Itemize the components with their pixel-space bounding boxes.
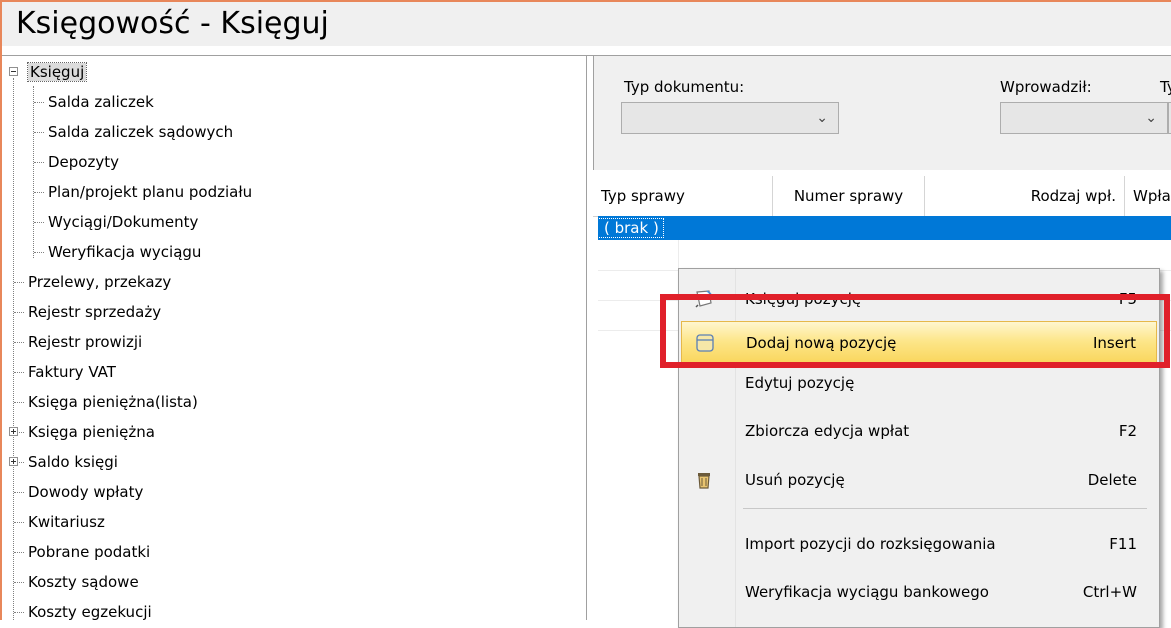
tree-item-salda-zaliczek[interactable]: Salda zaliczek [46,87,156,117]
cell-typ-sprawy: ( brak ) [597,218,664,238]
tree-item-koszty-egzekucji[interactable]: Koszty egzekucji [26,597,154,627]
tree-item-plan-podzialu[interactable]: Plan/projekt planu podziału [46,177,254,207]
tree-branch-line [14,522,24,523]
tree-item-pobrane-podatki[interactable]: Pobrane podatki [26,537,152,567]
tree-branch-line [19,462,24,463]
tree-branch-line [14,282,24,283]
annotation-highlight-box [660,294,1170,368]
tree-item-rejestr-prowizji[interactable]: Rejestr prowizji [26,327,144,357]
tree-item-rejestr-sprzedazy[interactable]: Rejestr sprzedaży [26,297,163,327]
tree-connector-line [13,78,14,620]
tree-branch-line [14,582,24,583]
tree-item-saldo-ksiegi[interactable]: Saldo księgi [26,447,120,477]
tree-item-weryfikacja-wyciagu[interactable]: Weryfikacja wyciągu [46,237,203,267]
tree-item-depozyty[interactable]: Depozyty [46,147,121,177]
tree-branch-line [14,342,24,343]
column-rodzaj-wplaty[interactable]: Rodzaj wpł. [925,176,1125,216]
entered-by-select[interactable]: ⌄ [1000,102,1168,134]
expand-icon[interactable] [9,457,18,466]
navigation-tree: Księguj Salda zaliczek Salda zaliczek są… [2,56,587,621]
tree-branch-line [14,312,24,313]
collapse-icon[interactable] [9,67,18,76]
tree-branch-line [14,402,24,403]
third-filter-label: Ty [1160,78,1171,96]
tree-item-salda-zaliczek-sadowych[interactable]: Salda zaliczek sądowych [46,117,235,147]
tree-item-ksiega-pieniezna-lista[interactable]: Księga pieniężna(lista) [26,387,200,417]
delete-entry-icon [698,473,710,489]
menu-item-usun-pozycje[interactable]: Usuń pozycję Delete [681,461,1157,499]
tree-item-przelewy[interactable]: Przelewy, przekazy [26,267,173,297]
chevron-down-icon: ⌄ [816,110,828,126]
tree-item-ksieguj[interactable]: Księguj [26,57,88,87]
tree-item-faktury-vat[interactable]: Faktury VAT [26,357,118,387]
grid-header: Typ sprawy Numer sprawy Rodzaj wpł. Wpła [593,176,1171,217]
tree-item-kwitariusz[interactable]: Kwitariusz [26,507,107,537]
doc-type-label: Typ dokumentu: [624,78,745,96]
tree-branch-line [34,132,44,133]
filter-panel: Typ dokumentu: ⌄ Wprowadził: ⌄ Ty [593,56,1171,170]
tree-item-wyciagi-dokumenty[interactable]: Wyciągi/Dokumenty [46,207,200,237]
tree-branch-line [14,612,24,613]
tree-branch-line [14,492,24,493]
tree-item-ksiega-pieniezna[interactable]: Księga pieniężna [26,417,157,447]
doc-type-select[interactable]: ⌄ [621,102,839,134]
tree-branch-line [34,162,44,163]
column-numer-sprawy[interactable]: Numer sprawy [773,176,925,216]
menu-item-weryfikacja-wyciagu-bankowego[interactable]: Weryfikacja wyciągu bankowego Ctrl+W [681,573,1157,611]
tree-item-dowody-wplaty[interactable]: Dowody wpłaty [26,477,145,507]
page-title: Księgowość - Księguj [2,2,1171,46]
tree-branch-line [34,102,44,103]
menu-separator [743,508,1147,509]
column-wplata[interactable]: Wpła [1125,176,1171,216]
tree-branch-line [14,552,24,553]
tree-branch-line [34,192,44,193]
tree-connector-line [33,86,34,258]
entered-by-label: Wprowadził: [1000,78,1092,96]
chevron-down-icon: ⌄ [1145,110,1157,126]
menu-item-edytuj-pozycje[interactable]: Edytuj pozycję [681,364,1157,402]
tree-branch-line [14,372,24,373]
tree-branch-line [19,432,24,433]
tree-branch-line [34,252,44,253]
tree-branch-line [34,222,44,223]
menu-item-import-pozycji[interactable]: Import pozycji do rozksięgowania F11 [681,525,1157,563]
menu-item-zbiorcza-edycja[interactable]: Zbiorcza edycja wpłat F2 [681,412,1157,450]
expand-icon[interactable] [9,427,18,436]
table-row[interactable]: ( brak ) [597,216,1171,240]
column-typ-sprawy[interactable]: Typ sprawy [593,176,773,216]
tree-item-koszty-sadowe[interactable]: Koszty sądowe [26,567,141,597]
